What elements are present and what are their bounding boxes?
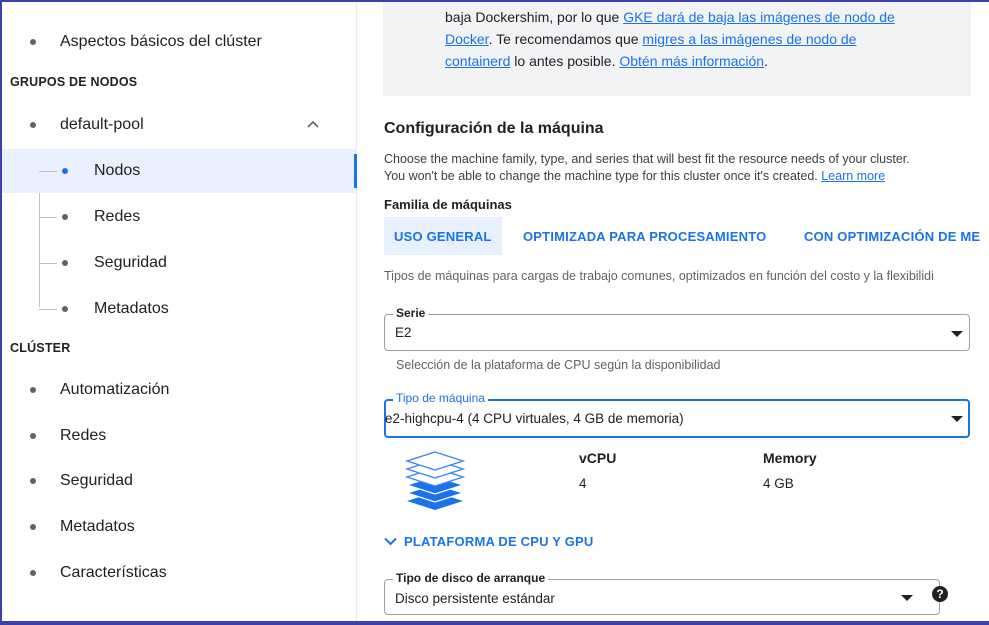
series-select[interactable]: Serie E2 (384, 306, 970, 351)
tab-memory-optimized[interactable]: CON OPTIMIZACIÓN DE ME (804, 217, 980, 255)
sidebar-item-label: Características (60, 564, 167, 581)
machine-type-label: Tipo de máquina (393, 391, 488, 405)
sidebar-item-label: Nodos (94, 162, 141, 179)
bullet (30, 478, 36, 484)
notice-text-span: baja Dockershim, por lo que (445, 9, 624, 25)
memory-header: Memory (763, 450, 817, 466)
sidebar-item-label: Seguridad (94, 254, 167, 271)
cpu-gpu-platform-label: PLATAFORMA DE CPU Y GPU (404, 534, 594, 549)
sidebar-item-default-pool[interactable]: default-pool (2, 103, 357, 147)
dropdown-caret-icon (951, 331, 963, 337)
vcpu-value: 4 (579, 476, 587, 491)
containerd-link[interactable]: containerd (445, 53, 510, 69)
chevron-up-icon[interactable] (307, 119, 319, 131)
tree-branch (39, 263, 57, 264)
tree-branch (39, 171, 57, 172)
vcpu-header: vCPU (579, 450, 617, 466)
sidebar-item-pool-networking[interactable]: Redes (2, 195, 357, 239)
bullet (62, 306, 68, 312)
notice-text-span: . (764, 53, 768, 69)
sidebar-item-cluster-basics[interactable]: Aspectos básicos del clúster (2, 20, 357, 64)
sidebar-item-pool-security[interactable]: Seguridad (2, 241, 357, 285)
tree-branch (39, 309, 57, 310)
tree-branch (39, 217, 57, 218)
sidebar-item-label: Automatización (60, 381, 170, 398)
sidebar-item-automation[interactable]: Automatización (2, 368, 357, 412)
bullet (30, 433, 36, 439)
bullet (62, 168, 68, 174)
machine-type-value: e2-highcpu-4 (4 CPU virtuales, 4 GB de m… (385, 411, 684, 426)
learn-more-link[interactable]: Learn more (821, 169, 885, 183)
main-content: baja Dockershim, por lo que GKE dará de … (357, 2, 989, 621)
sidebar-item-nodes[interactable]: Nodos (2, 149, 357, 193)
section-header-cluster: CLÚSTER (10, 341, 71, 355)
bullet (30, 570, 36, 576)
bullet (30, 39, 36, 45)
chevron-down-icon (384, 537, 397, 546)
sidebar-item-label: default-pool (60, 116, 144, 133)
boot-disk-type-value: Disco persistente estándar (395, 591, 555, 606)
sidebar-item-label: Redes (60, 427, 107, 444)
series-hint: Selección de la plataforma de CPU según … (396, 358, 721, 372)
bullet (62, 260, 68, 266)
sidebar-item-security[interactable]: Seguridad (2, 459, 357, 503)
description-line: You won't be able to change the machine … (384, 169, 822, 183)
help-icon[interactable]: ? (932, 586, 948, 602)
tab-general-purpose[interactable]: USO GENERAL (384, 217, 502, 255)
section-description: Choose the machine family, type, and ser… (384, 151, 910, 185)
tab-compute-optimized[interactable]: OPTIMIZADA PARA PROCESAMIENTO (523, 217, 766, 255)
sidebar-item-pool-metadata[interactable]: Metadatos (2, 287, 357, 331)
section-header-node-groups: GRUPOS DE NODOS (10, 75, 138, 89)
dropdown-caret-icon (951, 416, 963, 422)
description-line: Choose the machine family, type, and ser… (384, 152, 910, 166)
series-label: Serie (393, 306, 429, 320)
sidebar-item-metadata[interactable]: Metadatos (2, 505, 357, 549)
machine-family-label: Familia de máquinas (384, 197, 512, 212)
sidebar-item-features[interactable]: Características (2, 551, 357, 595)
bullet (30, 122, 36, 128)
series-value: E2 (395, 325, 412, 340)
sidebar-item-label: Metadatos (94, 300, 169, 317)
window-frame-bottom (0, 621, 989, 625)
machine-stack-icon (404, 451, 466, 510)
docker-link[interactable]: Docker (445, 31, 489, 47)
sidebar-item-networking[interactable]: Redes (2, 414, 357, 458)
notice-text-span: . Te recomendamos que (488, 31, 643, 47)
sidebar-item-label: Redes (94, 208, 141, 225)
bullet (30, 524, 36, 530)
dropdown-caret-icon (901, 595, 913, 601)
sidebar-item-label: Seguridad (60, 472, 133, 489)
boot-disk-type-label: Tipo de disco de arranque (393, 571, 549, 585)
section-title: Configuración de la máquina (384, 120, 604, 137)
memory-value: 4 GB (763, 476, 794, 491)
deprecation-notice: baja Dockershim, por lo que GKE dará de … (383, 2, 971, 96)
migrate-images-link[interactable]: migres a las imágenes de nodo de (642, 31, 856, 47)
bullet (62, 214, 68, 220)
sidebar: Aspectos básicos del clúster GRUPOS DE N… (2, 2, 357, 621)
sidebar-item-label: Aspectos básicos del clúster (60, 33, 262, 50)
machine-type-select[interactable]: Tipo de máquina e2-highcpu-4 (4 CPU virt… (384, 391, 970, 438)
machine-family-description: Tipos de máquinas para cargas de trabajo… (384, 269, 934, 283)
more-info-link[interactable]: Obtén más información (619, 53, 764, 69)
notice-text: baja Dockershim, por lo que GKE dará de … (445, 6, 955, 72)
bullet (30, 387, 36, 393)
gke-docker-deprecation-link[interactable]: GKE dará de baja las imágenes de nodo de (623, 9, 895, 25)
sidebar-item-label: Metadatos (60, 518, 135, 535)
cpu-gpu-platform-toggle[interactable]: PLATAFORMA DE CPU Y GPU (384, 534, 594, 549)
notice-text-span: lo antes posible. (510, 53, 620, 69)
boot-disk-type-select[interactable]: Tipo de disco de arranque Disco persiste… (384, 571, 940, 615)
